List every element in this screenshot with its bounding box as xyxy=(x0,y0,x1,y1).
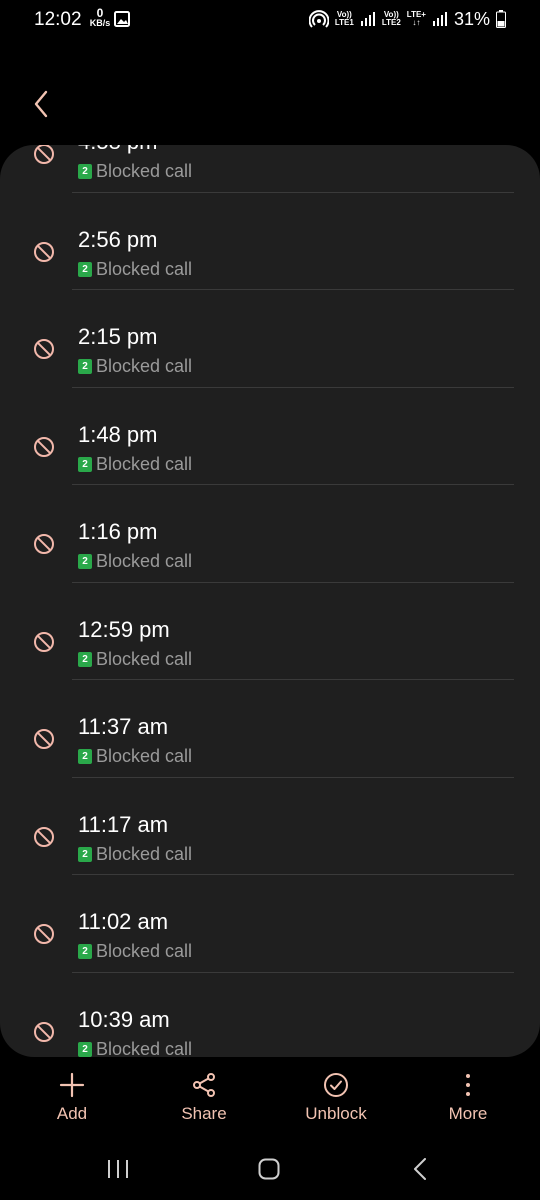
more-label: More xyxy=(448,1104,488,1123)
call-detail: 2 Blocked call xyxy=(78,1038,193,1058)
back-button[interactable] xyxy=(28,86,56,122)
call-type: Blocked call xyxy=(96,258,193,279)
gallery-notification-icon xyxy=(114,11,130,27)
call-detail: 2 Blocked call xyxy=(78,844,192,865)
chevron-left-icon xyxy=(34,90,48,118)
call-detail: 2 Blocked call xyxy=(78,161,192,182)
sim-badge-icon: 2 xyxy=(78,554,92,569)
sim-badge-icon: 2 xyxy=(78,359,92,374)
sim-badge-icon: 2 xyxy=(78,164,92,179)
call-time: 11:37 am xyxy=(78,714,169,739)
bottom-action-bar: Add Share Unblock More xyxy=(0,1060,540,1140)
recents-icon[interactable] xyxy=(106,1158,130,1180)
sim-badge-icon: 2 xyxy=(78,1041,92,1057)
call-log-row[interactable]: 12:59 pm 2 Blocked call xyxy=(0,583,540,680)
blocked-icon xyxy=(34,145,54,164)
sim2-volte-label: Vo)) LTE2 xyxy=(382,11,401,27)
blocked-icon xyxy=(34,729,54,749)
plus-icon xyxy=(59,1072,85,1098)
call-type: Blocked call xyxy=(96,161,193,181)
sim-badge-icon: 2 xyxy=(78,261,92,277)
call-time: 4:58 pm xyxy=(78,145,158,155)
call-detail: 2 Blocked call xyxy=(78,356,192,377)
sim-badge-icon: 2 xyxy=(78,749,92,764)
status-time: 12:02 xyxy=(34,9,82,30)
sim-badge-icon: 2 xyxy=(78,944,92,959)
call-log-row[interactable]: 1:48 pm 2 Blocked call xyxy=(0,388,540,485)
call-detail: 2 Blocked call xyxy=(78,259,192,280)
call-type: Blocked call xyxy=(96,356,193,376)
share-icon xyxy=(193,1073,215,1097)
home-icon[interactable] xyxy=(257,1158,281,1180)
sim-badge-icon: 2 xyxy=(78,651,92,667)
call-time: 2:15 pm xyxy=(78,324,158,349)
network-speed-unit: KB/s xyxy=(89,18,111,28)
signal-sim1-icon xyxy=(360,12,375,26)
call-type: Blocked call xyxy=(96,746,193,766)
sim1-volte-bottom: LTE1 xyxy=(334,18,354,27)
battery-icon xyxy=(496,10,506,28)
sim1-volte-label: Vo)) LTE1 xyxy=(335,11,354,27)
call-time: 10:39 am xyxy=(78,1006,170,1032)
call-time: 1:16 pm xyxy=(78,519,158,544)
battery-percent: 31% xyxy=(453,8,490,29)
more-button[interactable]: More xyxy=(418,1072,518,1124)
call-detail: 2 Blocked call xyxy=(78,649,192,670)
blocked-calls-list[interactable]: 4:58 pm 2 Blocked call 2:56 pm 2 Blocked… xyxy=(0,145,540,1057)
check-circle-icon xyxy=(324,1073,348,1097)
blocked-icon xyxy=(34,241,54,262)
call-type: Blocked call xyxy=(96,1038,193,1058)
blocked-icon xyxy=(34,826,54,847)
blocked-calls-card[interactable]: 4:58 pm 2 Blocked call 2:56 pm 2 Blocked… xyxy=(0,145,540,1057)
call-log-row[interactable]: 4:58 pm 2 Blocked call xyxy=(0,145,540,193)
unblock-label: Unblock xyxy=(305,1104,367,1123)
call-type: Blocked call xyxy=(96,843,193,864)
lte-plus-text: LTE+ xyxy=(406,10,426,19)
call-log-row[interactable]: 1:16 pm 2 Blocked call xyxy=(0,485,540,583)
call-log-row[interactable]: 2:56 pm 2 Blocked call xyxy=(0,193,540,290)
share-button[interactable]: Share xyxy=(154,1072,254,1124)
call-log-row[interactable]: 10:39 am 2 Blocked call xyxy=(0,973,540,1058)
nav-back-icon[interactable] xyxy=(410,1158,430,1180)
call-detail: 2 Blocked call xyxy=(78,454,192,475)
network-speed: 0 KB/s xyxy=(89,7,111,28)
call-type: Blocked call xyxy=(96,551,193,571)
status-icons: Vo)) LTE1 Vo)) LTE2 LTE+ ↓↑ 31% xyxy=(308,7,506,31)
call-type: Blocked call xyxy=(96,453,193,474)
call-time: 12:59 pm xyxy=(78,616,170,642)
sim-badge-icon: 2 xyxy=(78,846,92,862)
unblock-button[interactable]: Unblock xyxy=(286,1072,386,1124)
blocked-icon xyxy=(34,534,54,554)
call-type: Blocked call xyxy=(96,941,193,961)
blocked-icon xyxy=(34,924,54,944)
call-log-row[interactable]: 2:15 pm 2 Blocked call xyxy=(0,290,540,388)
blocked-icon xyxy=(34,1021,54,1042)
sim-badge-icon: 2 xyxy=(78,456,92,472)
system-nav-bar xyxy=(0,1140,540,1200)
call-detail: 2 Blocked call xyxy=(78,551,192,572)
add-label: Add xyxy=(56,1104,88,1123)
hotspot-icon xyxy=(308,10,329,28)
blocked-icon xyxy=(34,631,54,652)
call-log-row[interactable]: 11:37 am 2 Blocked call xyxy=(0,680,540,778)
call-time: 2:56 pm xyxy=(78,226,158,252)
call-type: Blocked call xyxy=(96,648,193,669)
call-detail: 2 Blocked call xyxy=(78,941,192,962)
share-label: Share xyxy=(181,1104,227,1123)
blocked-icon xyxy=(34,339,54,359)
call-log-row[interactable]: 11:02 am 2 Blocked call xyxy=(0,875,540,973)
lte-plus-label: LTE+ ↓↑ xyxy=(406,10,426,27)
call-log-row[interactable]: 11:17 am 2 Blocked call xyxy=(0,778,540,875)
blocked-icon xyxy=(34,436,54,457)
signal-sim2-icon xyxy=(432,12,447,26)
more-vertical-icon xyxy=(466,1074,470,1096)
call-time: 11:02 am xyxy=(78,909,169,934)
status-bar: 12:02 0 KB/s Vo)) LTE1 Vo)) LTE2 LTE+↓↑ xyxy=(0,0,540,40)
add-button[interactable]: Add xyxy=(22,1072,122,1124)
call-time: 11:17 am xyxy=(78,811,169,837)
call-time: 1:48 pm xyxy=(78,421,158,447)
call-detail: 2 Blocked call xyxy=(78,746,192,767)
sim2-volte-bottom: LTE2 xyxy=(381,18,401,27)
